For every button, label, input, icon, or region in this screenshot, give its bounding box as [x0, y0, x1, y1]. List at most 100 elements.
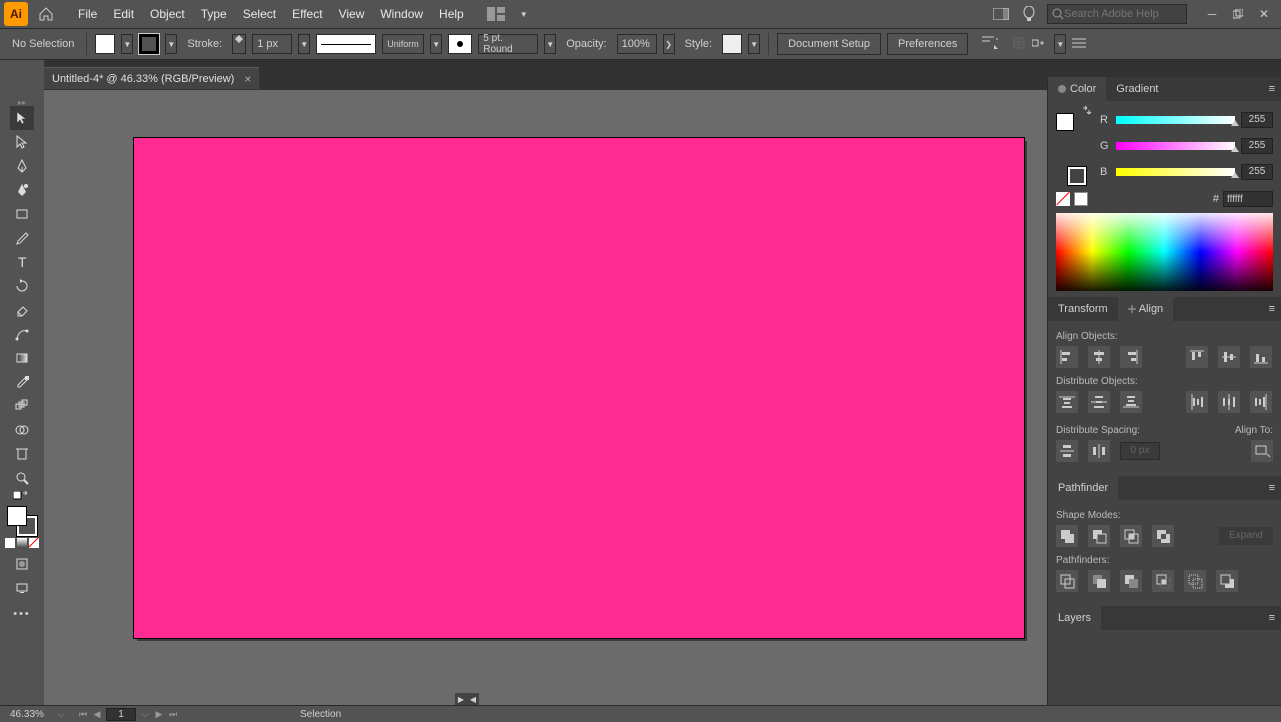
menu-file[interactable]: File — [70, 0, 105, 28]
hdist-right-icon[interactable] — [1250, 391, 1272, 413]
document-setup-button[interactable]: Document Setup — [777, 33, 881, 55]
vdist-top-icon[interactable] — [1056, 391, 1078, 413]
style-swatch[interactable] — [722, 34, 742, 54]
menu-object[interactable]: Object — [142, 0, 193, 28]
type-tool[interactable]: T — [10, 250, 34, 274]
none-color-icon[interactable] — [1056, 192, 1070, 206]
rotate-tool[interactable] — [10, 274, 34, 298]
first-page-icon[interactable]: ⏮ — [76, 707, 90, 721]
align-bottom-icon[interactable] — [1250, 346, 1272, 368]
outline-icon[interactable] — [1184, 570, 1206, 592]
gradient-mode[interactable] — [17, 538, 27, 548]
document-tab[interactable]: Untitled-4* @ 46.33% (RGB/Preview) × — [44, 67, 259, 89]
g-value[interactable]: 255 — [1241, 138, 1273, 154]
solid-mode[interactable] — [5, 538, 15, 548]
zoom-tool[interactable] — [10, 466, 34, 490]
zoom-dropdown[interactable]: ⌵ — [54, 707, 68, 721]
trim-icon[interactable] — [1088, 570, 1110, 592]
align-right-icon[interactable] — [1120, 346, 1142, 368]
stroke-weight-field[interactable]: 1 px — [252, 34, 292, 54]
blend-tool[interactable] — [10, 394, 34, 418]
menu-window[interactable]: Window — [372, 0, 431, 28]
brush-preview[interactable] — [448, 34, 472, 54]
last-page-icon[interactable]: ⏭ — [166, 707, 180, 721]
b-value[interactable]: 255 — [1241, 164, 1273, 180]
edit-similar-icon[interactable] — [1032, 36, 1048, 53]
color-spectrum[interactable] — [1056, 213, 1273, 291]
scale-tool[interactable] — [10, 322, 34, 346]
expand-button[interactable]: Expand — [1219, 527, 1273, 545]
direct-selection-tool[interactable] — [10, 130, 34, 154]
brush-dropdown[interactable]: ▼ — [544, 34, 556, 54]
minimize-button[interactable]: ─ — [1203, 5, 1221, 23]
opacity-dropdown[interactable]: ❯ — [663, 34, 675, 54]
align-flyout-icon[interactable] — [980, 35, 1000, 54]
align-top-icon[interactable] — [1186, 346, 1208, 368]
panel-fill-swatch[interactable] — [1056, 113, 1074, 131]
minus-back-icon[interactable] — [1216, 570, 1238, 592]
pathfinder-tab[interactable]: Pathfinder — [1048, 476, 1118, 500]
pathfinder-panel-menu-icon[interactable]: ≡ — [1263, 482, 1281, 494]
align-hcenter-icon[interactable] — [1088, 346, 1110, 368]
align-tab[interactable]: Align — [1118, 297, 1173, 321]
spacing-value[interactable]: 0 px — [1120, 442, 1160, 460]
toolbar-expand-icon[interactable]: ▸▸ — [18, 98, 26, 106]
menu-select[interactable]: Select — [235, 0, 284, 28]
minus-front-icon[interactable] — [1088, 525, 1110, 547]
draw-mode-icon[interactable] — [10, 552, 34, 576]
vspace-icon[interactable] — [1056, 440, 1078, 462]
gradient-tab[interactable]: Gradient — [1106, 77, 1168, 101]
menu-type[interactable]: Type — [193, 0, 235, 28]
align-left-icon[interactable] — [1056, 346, 1078, 368]
stroke-profile-preview[interactable] — [316, 34, 376, 54]
panel-menu-icon[interactable] — [1072, 38, 1086, 51]
stroke-profile-dropdown[interactable]: ▼ — [430, 34, 442, 54]
fill-stroke-proxy[interactable] — [7, 506, 37, 536]
close-button[interactable]: ✕ — [1255, 5, 1273, 23]
search-box[interactable] — [1047, 4, 1187, 24]
workspace-switcher[interactable] — [989, 2, 1013, 26]
unite-icon[interactable] — [1056, 525, 1078, 547]
vdist-bottom-icon[interactable] — [1120, 391, 1142, 413]
horizontal-scrollbar[interactable]: ▶ ◀ — [455, 693, 855, 705]
menu-effect[interactable]: Effect — [284, 0, 330, 28]
hex-field[interactable] — [1223, 191, 1273, 207]
paintbrush-tool[interactable] — [10, 226, 34, 250]
r-slider[interactable] — [1116, 116, 1235, 124]
arrange-documents-button[interactable] — [484, 2, 508, 26]
artboard-dropdown[interactable]: ⌵ — [138, 707, 152, 721]
align-to-button[interactable] — [1251, 440, 1273, 462]
swap-icon[interactable] — [1082, 105, 1092, 115]
search-input[interactable] — [1064, 8, 1174, 20]
fill-proxy[interactable] — [7, 506, 27, 526]
panel-stroke-swatch[interactable] — [1068, 167, 1086, 185]
eyedropper-tool[interactable] — [10, 370, 34, 394]
arrange-dropdown[interactable]: ▼ — [512, 2, 536, 26]
opacity-field[interactable]: 100% — [617, 34, 657, 54]
scroll-left-icon[interactable]: ▶ — [455, 693, 467, 705]
close-tab-icon[interactable]: × — [244, 72, 251, 86]
prev-page-icon[interactable]: ◀ — [90, 707, 104, 721]
home-button[interactable] — [34, 2, 58, 26]
color-proxy[interactable] — [1056, 107, 1086, 185]
screen-mode-icon[interactable] — [10, 576, 34, 600]
stroke-swatch[interactable] — [139, 34, 159, 54]
menu-view[interactable]: View — [331, 0, 373, 28]
gradient-tool[interactable] — [10, 346, 34, 370]
shape-builder-tool[interactable] — [10, 418, 34, 442]
align-panel-menu-icon[interactable]: ≡ — [1263, 303, 1281, 315]
artboard-tool[interactable] — [10, 442, 34, 466]
stroke-dropdown[interactable]: ▼ — [165, 34, 177, 54]
exclude-icon[interactable] — [1152, 525, 1174, 547]
pen-tool[interactable] — [10, 154, 34, 178]
selection-tool[interactable] — [10, 106, 34, 130]
white-color-icon[interactable] — [1074, 192, 1088, 206]
fill-stroke-swap-icon[interactable] — [10, 490, 34, 502]
edit-similar-dropdown[interactable]: ▼ — [1054, 34, 1066, 54]
maximize-button[interactable] — [1229, 5, 1247, 23]
crop-icon[interactable] — [1152, 570, 1174, 592]
color-panel-menu-icon[interactable]: ≡ — [1263, 83, 1281, 95]
menu-help[interactable]: Help — [431, 0, 472, 28]
color-tab[interactable]: Color — [1048, 77, 1106, 101]
transform-tab[interactable]: Transform — [1048, 297, 1118, 321]
